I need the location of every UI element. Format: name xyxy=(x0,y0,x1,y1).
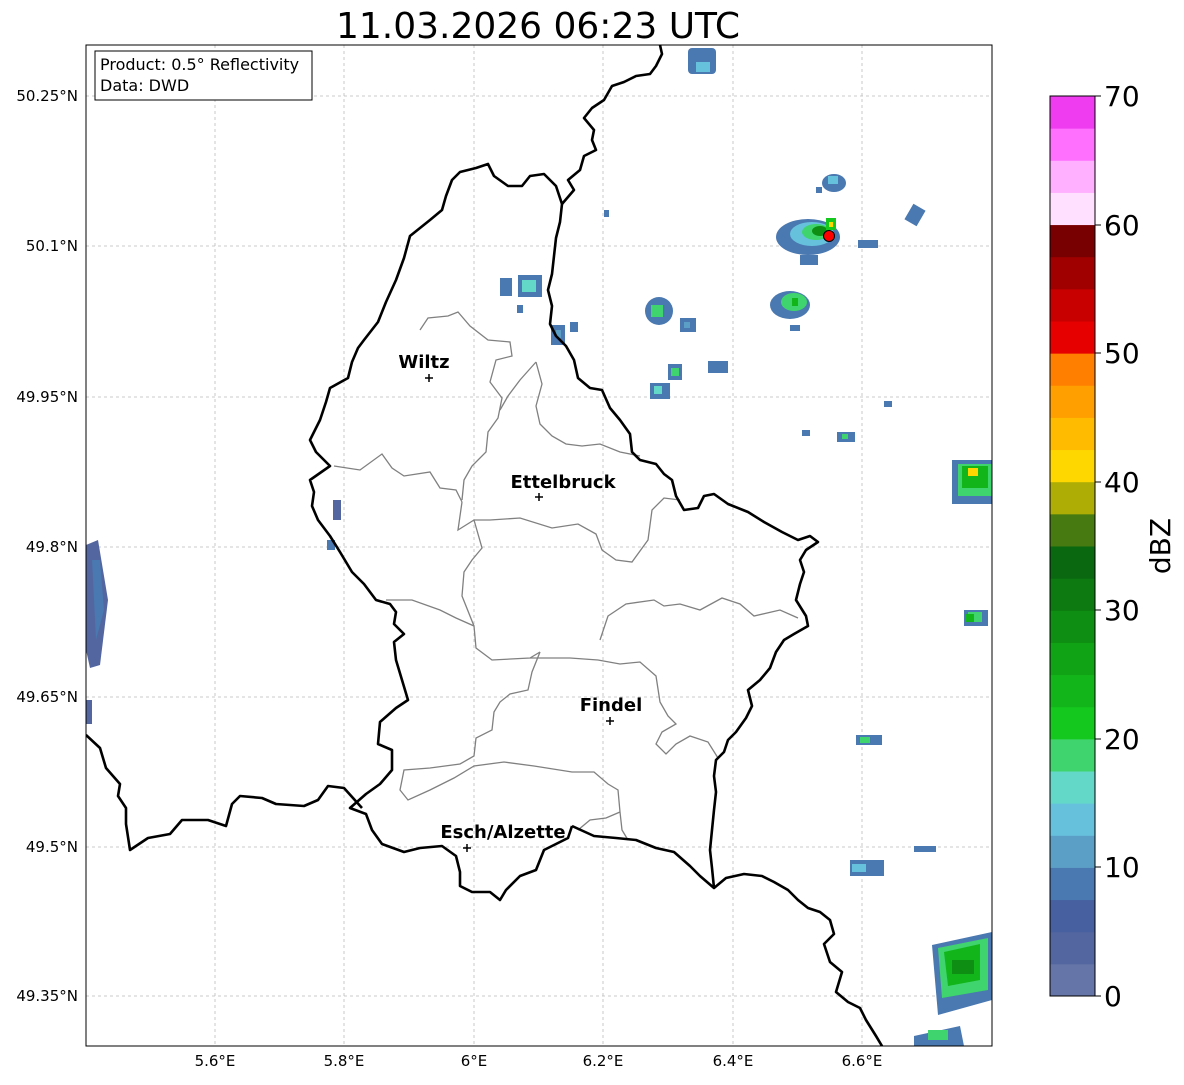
colorbar-segment xyxy=(1050,706,1095,740)
colorbar-segment xyxy=(1050,224,1095,258)
colorbar-segment xyxy=(1050,256,1095,290)
lon-tick: 5.8°E xyxy=(324,1052,365,1070)
colorbar-segment xyxy=(1050,160,1095,193)
colorbar-segment xyxy=(1050,417,1095,451)
colorbar-segment xyxy=(1050,899,1095,933)
storm-marker xyxy=(823,230,835,242)
lon-tick: 6.4°E xyxy=(713,1052,754,1070)
lon-tick: 6°E xyxy=(461,1052,488,1070)
colorbar-tick: 20 xyxy=(1104,723,1140,756)
colorbar-segment xyxy=(1050,835,1095,868)
lat-tick: 49.5°N xyxy=(26,838,78,856)
map-area xyxy=(86,45,992,1046)
colorbar-label: dBZ xyxy=(1144,518,1177,574)
lon-tick: 5.6°E xyxy=(195,1052,236,1070)
colorbar-tick: 30 xyxy=(1104,594,1140,627)
colorbar-segment xyxy=(1050,288,1095,322)
colorbar-segment xyxy=(1050,610,1095,643)
colorbar-segments xyxy=(1050,96,1095,997)
lat-tick: 49.35°N xyxy=(16,987,78,1005)
colorbar-tick: 70 xyxy=(1104,80,1140,113)
colorbar-tick: 10 xyxy=(1104,851,1140,884)
lon-tick: 6.6°E xyxy=(842,1052,883,1070)
colorbar-segment xyxy=(1050,353,1095,386)
lat-tick: 49.8°N xyxy=(26,538,78,556)
colorbar-segment xyxy=(1050,321,1095,354)
colorbar-segment xyxy=(1050,771,1095,804)
city-label-ettelbruck: Ettelbruck xyxy=(510,472,616,493)
city-label-esch: Esch/Alzette xyxy=(440,822,565,843)
lon-axis: 5.6°E 5.8°E 6°E 6.2°E 6.4°E 6.6°E xyxy=(195,1052,883,1070)
colorbar-segment xyxy=(1050,96,1095,129)
lat-tick: 50.25°N xyxy=(16,87,78,105)
colorbar-segment xyxy=(1050,481,1095,515)
lat-tick: 49.65°N xyxy=(16,688,78,706)
info-product: Product: 0.5° Reflectivity xyxy=(100,55,299,74)
colorbar-segment xyxy=(1050,738,1095,772)
info-box: Product: 0.5° Reflectivity Data: DWD xyxy=(94,50,313,101)
city-label-findel: Findel xyxy=(580,695,643,716)
map-title: 11.03.2026 06:23 UTC xyxy=(336,6,740,47)
colorbar-segment xyxy=(1050,546,1095,579)
lat-tick: 49.95°N xyxy=(16,388,78,406)
colorbar-tick: 0 xyxy=(1104,980,1122,1013)
colorbar-segment xyxy=(1050,128,1095,161)
colorbar-tick: 60 xyxy=(1104,209,1140,242)
radar-map: 11.03.2026 06:23 UTC Wiltz Ettelbruck Fi… xyxy=(16,6,1177,1070)
lon-tick: 6.2°E xyxy=(583,1052,624,1070)
colorbar-segment xyxy=(1050,867,1095,901)
colorbar-segment xyxy=(1050,642,1095,676)
lat-axis: 50.25°N 50.1°N 49.95°N 49.8°N 49.65°N 49… xyxy=(16,87,78,1005)
city-label-wiltz: Wiltz xyxy=(398,352,449,373)
colorbar-segment xyxy=(1050,385,1095,418)
colorbar-tick: 50 xyxy=(1104,337,1140,370)
colorbar-segment xyxy=(1050,192,1095,226)
colorbar: 70 60 50 40 30 20 10 0 dBZ xyxy=(1049,80,1177,1013)
colorbar-segment xyxy=(1050,803,1095,836)
radar-echo-north xyxy=(688,48,716,74)
radar-echo-small xyxy=(333,500,341,520)
colorbar-segment xyxy=(1050,931,1095,965)
colorbar-segment xyxy=(1050,449,1095,483)
info-source: Data: DWD xyxy=(100,76,189,95)
lat-tick: 50.1°N xyxy=(26,237,78,255)
colorbar-segment xyxy=(1050,963,1095,997)
colorbar-tick: 40 xyxy=(1104,466,1140,499)
colorbar-segment xyxy=(1050,674,1095,708)
colorbar-segment xyxy=(1050,513,1095,547)
colorbar-segment xyxy=(1050,578,1095,611)
